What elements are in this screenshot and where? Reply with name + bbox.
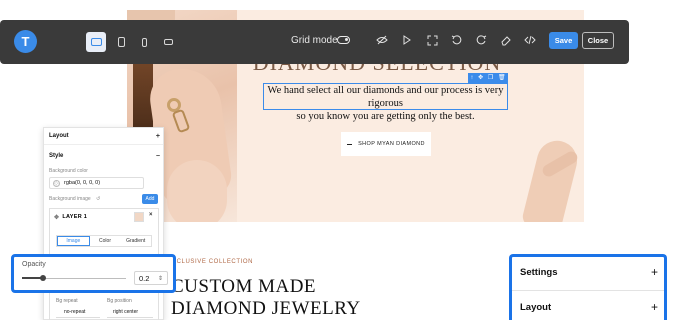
bg-image-label-text: Background image — [49, 196, 91, 202]
opacity-value: 0.2 — [139, 273, 150, 283]
add-layer-button[interactable]: Add — [142, 194, 158, 204]
save-button[interactable]: Save — [549, 32, 578, 49]
shop-button-label: SHOP MYAN DIAMOND — [358, 141, 425, 147]
hero-text-line: so you know you are getting only the bes… — [296, 111, 475, 122]
layout-label: Layout — [520, 301, 552, 313]
move-icon[interactable]: ✥ — [478, 73, 483, 83]
style-section-label: Style — [49, 153, 64, 159]
plus-icon[interactable]: + — [651, 300, 658, 314]
layer-thumbnail — [134, 212, 144, 222]
mobile-icon — [141, 37, 147, 47]
tab-gradient[interactable]: Gradient — [120, 236, 151, 246]
opacity-control: Opacity 0.2 ⇕ — [11, 254, 176, 293]
layout-section-header[interactable]: Layout + — [520, 300, 658, 314]
desktop-icon — [90, 38, 102, 46]
bg-position-value: right center — [113, 309, 139, 315]
plus-icon[interactable]: + — [651, 265, 658, 279]
shop-button[interactable]: SHOP MYAN DIAMOND — [341, 132, 431, 156]
custom-title[interactable]: CUSTOM MADE DIAMOND JEWELRY — [171, 276, 361, 320]
drag-handle-icon[interactable]: ✥ — [54, 214, 59, 221]
bg-position-select[interactable]: right center — [107, 309, 153, 318]
custom-title-line: CUSTOM MADE — [171, 276, 317, 297]
opacity-slider-thumb[interactable] — [39, 275, 46, 281]
bg-repeat-value: no-repeat — [64, 309, 86, 315]
settings-panel: Settings + Layout + — [509, 254, 667, 320]
copy-icon[interactable]: ❐ — [488, 73, 493, 83]
layer-type-tabs: Image Color Gradient — [56, 235, 152, 247]
editor-toolbar: T Grid mode Save Close — [0, 20, 629, 64]
app-logo: T — [14, 30, 37, 53]
model-arm — [167, 160, 227, 222]
fullscreen-icon[interactable] — [425, 33, 439, 47]
grid-mode-toggle[interactable] — [337, 36, 350, 44]
bg-image-label: Background image ↺ — [49, 196, 100, 202]
collection-label: XCLUSIVE COLLECTION — [172, 259, 254, 265]
bg-repeat-select[interactable]: no-repeat — [56, 309, 100, 318]
mobile-view-button[interactable] — [134, 32, 154, 52]
desktop-view-button[interactable] — [86, 32, 106, 52]
close-layer-icon[interactable]: × — [149, 212, 153, 218]
reset-icon[interactable]: ↺ — [96, 196, 100, 202]
tablet-view-button[interactable] — [111, 32, 131, 52]
layer-label: LAYER 1 — [62, 214, 88, 220]
hand-image — [520, 136, 582, 222]
hero-text[interactable]: We hand select all our diamonds and our … — [263, 84, 508, 123]
tab-color[interactable]: Color — [90, 236, 121, 246]
hero-text-line: We hand select all our diamonds and our … — [267, 85, 504, 109]
close-button[interactable]: Close — [582, 32, 614, 49]
arrow-up-icon[interactable]: ↑ — [470, 73, 473, 83]
settings-label: Settings — [520, 266, 558, 278]
style-section-header[interactable]: Style − — [44, 151, 165, 161]
tablet-icon — [117, 37, 125, 47]
landscape-view-button[interactable] — [158, 32, 178, 52]
editor-stage: DIAMOND SELECTION ↑ ✥ ❐ 🗑 We hand select… — [0, 0, 686, 320]
divider — [44, 144, 163, 145]
grid-mode-label: Grid mode — [291, 35, 338, 46]
eraser-icon[interactable] — [498, 33, 512, 47]
redo-icon[interactable] — [474, 33, 488, 47]
delete-icon[interactable]: 🗑 — [498, 73, 506, 83]
landscape-icon — [163, 39, 173, 45]
opacity-label: Opacity — [22, 261, 46, 268]
divider — [512, 290, 664, 291]
layer-header[interactable]: ✥ LAYER 1 × — [50, 209, 158, 225]
tab-image[interactable]: Image — [57, 236, 90, 246]
custom-title-line: DIAMOND JEWELRY — [171, 298, 361, 319]
settings-section-header[interactable]: Settings + — [520, 265, 658, 279]
layout-section-header[interactable]: Layout + — [44, 131, 165, 141]
plus-icon[interactable]: + — [156, 133, 160, 140]
stepper-icon[interactable]: ⇕ — [158, 275, 163, 282]
bg-position-label: Bg position — [107, 298, 132, 304]
layout-section-label: Layout — [49, 133, 69, 139]
color-swatch-icon[interactable] — [53, 179, 60, 187]
opacity-input[interactable]: 0.2 ⇕ — [134, 271, 168, 285]
play-icon[interactable] — [400, 33, 414, 47]
bg-repeat-label: Bg repeat — [56, 298, 78, 304]
bg-color-field[interactable]: rgba(0, 0, 0, 0) — [49, 177, 144, 189]
bg-color-value: rgba(0, 0, 0, 0) — [64, 180, 101, 186]
text-element-toolbar[interactable]: ↑ ✥ ❐ 🗑 — [468, 73, 508, 83]
minus-icon[interactable]: − — [156, 153, 160, 160]
hide-icon[interactable] — [375, 33, 389, 47]
bg-color-label: Background color — [49, 168, 88, 174]
code-icon[interactable] — [523, 33, 537, 47]
undo-icon[interactable] — [449, 33, 463, 47]
dash-icon — [347, 143, 353, 145]
